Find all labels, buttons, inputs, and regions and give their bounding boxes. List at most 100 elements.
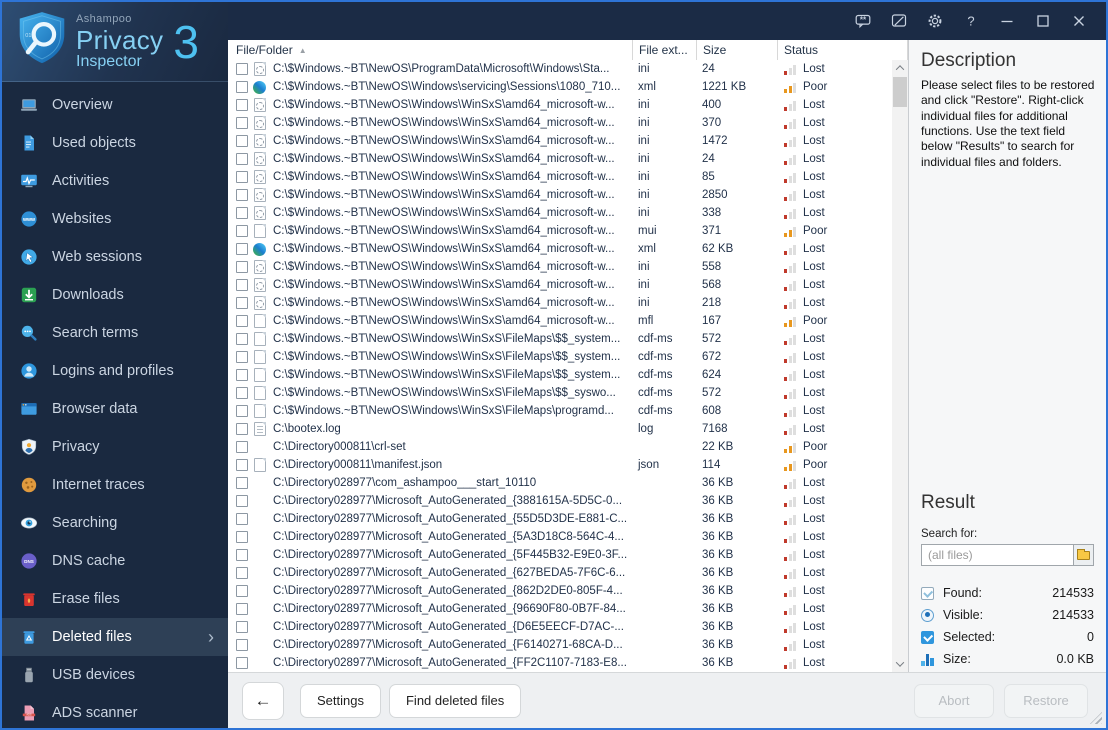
row-checkbox[interactable] (236, 513, 248, 525)
sidebar-item-logins-and-profiles[interactable]: Logins and profiles (2, 352, 228, 390)
table-row[interactable]: C:\$Windows.~BT\NewOS\Windows\WinSxS\amd… (228, 150, 892, 168)
row-checkbox[interactable] (236, 441, 248, 453)
sidebar-item-internet-traces[interactable]: Internet traces (2, 466, 228, 504)
row-checkbox[interactable] (236, 189, 248, 201)
row-checkbox[interactable] (236, 351, 248, 363)
row-checkbox[interactable] (236, 261, 248, 273)
search-input[interactable] (921, 544, 1094, 566)
table-row[interactable]: C:\$Windows.~BT\NewOS\Windows\WinSxS\amd… (228, 258, 892, 276)
row-checkbox[interactable] (236, 621, 248, 633)
table-row[interactable]: C:\Directory028977\Microsoft_AutoGenerat… (228, 636, 892, 654)
table-row[interactable]: C:\Directory028977\Microsoft_AutoGenerat… (228, 600, 892, 618)
row-checkbox[interactable] (236, 387, 248, 399)
sidebar-item-activities[interactable]: Activities (2, 162, 228, 200)
help-icon[interactable]: ? (956, 8, 986, 34)
sidebar-item-dns-cache[interactable]: DNS DNS cache (2, 542, 228, 580)
row-checkbox[interactable] (236, 243, 248, 255)
browse-folder-button[interactable] (1073, 545, 1093, 565)
sidebar-item-websites[interactable]: www Websites (2, 200, 228, 238)
table-row[interactable]: C:\Directory028977\Microsoft_AutoGenerat… (228, 492, 892, 510)
row-checkbox[interactable] (236, 531, 248, 543)
row-checkbox[interactable] (236, 171, 248, 183)
sidebar-item-privacy[interactable]: Privacy (2, 428, 228, 466)
table-row[interactable]: C:\$Windows.~BT\NewOS\Windows\WinSxS\amd… (228, 204, 892, 222)
column-header-size[interactable]: Size (696, 40, 777, 60)
table-row[interactable]: C:\$Windows.~BT\NewOS\Windows\WinSxS\amd… (228, 276, 892, 294)
vertical-scrollbar[interactable] (892, 60, 908, 672)
table-row[interactable]: C:\$Windows.~BT\NewOS\Windows\servicing\… (228, 78, 892, 96)
row-checkbox[interactable] (236, 297, 248, 309)
row-checkbox[interactable] (236, 477, 248, 489)
row-checkbox[interactable] (236, 585, 248, 597)
scrollbar-thumb[interactable] (893, 77, 907, 107)
table-row[interactable]: C:\$Windows.~BT\NewOS\Windows\WinSxS\Fil… (228, 384, 892, 402)
column-header-status[interactable]: Status (777, 40, 908, 60)
sidebar-item-overview[interactable]: Overview (2, 86, 228, 124)
scroll-down-arrow[interactable] (892, 656, 908, 672)
table-row[interactable]: C:\$Windows.~BT\NewOS\Windows\WinSxS\amd… (228, 168, 892, 186)
row-checkbox[interactable] (236, 603, 248, 615)
row-checkbox[interactable] (236, 657, 248, 669)
table-row[interactable]: C:\$Windows.~BT\NewOS\Windows\WinSxS\amd… (228, 132, 892, 150)
sidebar-item-browser-data[interactable]: Browser data (2, 390, 228, 428)
column-header-file-ext[interactable]: File ext... (632, 40, 696, 60)
close-icon[interactable] (1064, 8, 1094, 34)
table-row[interactable]: C:\$Windows.~BT\NewOS\Windows\WinSxS\amd… (228, 294, 892, 312)
table-row[interactable]: C:\Directory028977\Microsoft_AutoGenerat… (228, 528, 892, 546)
table-row[interactable]: C:\$Windows.~BT\NewOS\Windows\WinSxS\Fil… (228, 330, 892, 348)
row-checkbox[interactable] (236, 99, 248, 111)
sidebar-item-searching[interactable]: Searching (2, 504, 228, 542)
settings-button[interactable]: Settings (300, 683, 381, 718)
row-checkbox[interactable] (236, 639, 248, 651)
sidebar-item-used-objects[interactable]: Used objects (2, 124, 228, 162)
settings-gear-icon[interactable] (920, 8, 950, 34)
table-row[interactable]: C:\$Windows.~BT\NewOS\Windows\WinSxS\Fil… (228, 348, 892, 366)
row-checkbox[interactable] (236, 153, 248, 165)
sidebar-item-downloads[interactable]: Downloads (2, 276, 228, 314)
table-row[interactable]: C:\Directory028977\Microsoft_AutoGenerat… (228, 564, 892, 582)
table-row[interactable]: C:\$Windows.~BT\NewOS\Windows\WinSxS\amd… (228, 114, 892, 132)
find-deleted-files-button[interactable]: Find deleted files (388, 683, 522, 718)
table-row[interactable]: C:\bootex.log log 7168 Lost (228, 420, 892, 438)
row-checkbox[interactable] (236, 333, 248, 345)
row-checkbox[interactable] (236, 459, 248, 471)
table-row[interactable]: C:\$Windows.~BT\NewOS\Windows\WinSxS\amd… (228, 186, 892, 204)
row-checkbox[interactable] (236, 279, 248, 291)
row-checkbox[interactable] (236, 117, 248, 129)
row-checkbox[interactable] (236, 135, 248, 147)
table-row[interactable]: C:\$Windows.~BT\NewOS\Windows\WinSxS\amd… (228, 96, 892, 114)
feedback-icon[interactable]: ** (848, 8, 878, 34)
back-button[interactable]: ← (242, 681, 284, 720)
table-row[interactable]: C:\$Windows.~BT\NewOS\Windows\WinSxS\amd… (228, 240, 892, 258)
row-checkbox[interactable] (236, 549, 248, 561)
table-row[interactable]: C:\$Windows.~BT\NewOS\Windows\WinSxS\Fil… (228, 402, 892, 420)
table-row[interactable]: C:\Directory028977\Microsoft_AutoGenerat… (228, 510, 892, 528)
row-checkbox[interactable] (236, 405, 248, 417)
abort-button[interactable]: Abort (914, 683, 994, 718)
row-checkbox[interactable] (236, 423, 248, 435)
row-checkbox[interactable] (236, 207, 248, 219)
table-row[interactable]: C:\Directory028977\Microsoft_AutoGenerat… (228, 654, 892, 672)
table-row[interactable]: C:\$Windows.~BT\NewOS\Windows\WinSxS\Fil… (228, 366, 892, 384)
row-checkbox[interactable] (236, 495, 248, 507)
column-header-file-folder[interactable]: File/Folder ▲ (228, 40, 632, 60)
table-row[interactable]: C:\$Windows.~BT\NewOS\ProgramData\Micros… (228, 60, 892, 78)
table-row[interactable]: C:\$Windows.~BT\NewOS\Windows\WinSxS\amd… (228, 222, 892, 240)
table-row[interactable]: C:\Directory000811\crl-set 22 KB Poor (228, 438, 892, 456)
edit-note-icon[interactable] (884, 8, 914, 34)
sidebar-item-deleted-files[interactable]: Deleted files › (2, 618, 228, 656)
table-row[interactable]: C:\Directory028977\Microsoft_AutoGenerat… (228, 546, 892, 564)
sidebar-item-ads-scanner[interactable]: ADS ADS scanner (2, 694, 228, 728)
sidebar-item-web-sessions[interactable]: Web sessions (2, 238, 228, 276)
maximize-icon[interactable] (1028, 8, 1058, 34)
table-row[interactable]: C:\$Windows.~BT\NewOS\Windows\WinSxS\amd… (228, 312, 892, 330)
table-row[interactable]: C:\Directory028977\com_ashampoo___start_… (228, 474, 892, 492)
minimize-icon[interactable] (992, 8, 1022, 34)
table-row[interactable]: C:\Directory000811\manifest.json json 114 P… (228, 456, 892, 474)
sidebar-item-usb-devices[interactable]: USB devices (2, 656, 228, 694)
row-checkbox[interactable] (236, 81, 248, 93)
sidebar-item-search-terms[interactable]: Search terms (2, 314, 228, 352)
scroll-up-arrow[interactable] (892, 60, 908, 76)
restore-button[interactable]: Restore (1004, 683, 1088, 718)
row-checkbox[interactable] (236, 315, 248, 327)
